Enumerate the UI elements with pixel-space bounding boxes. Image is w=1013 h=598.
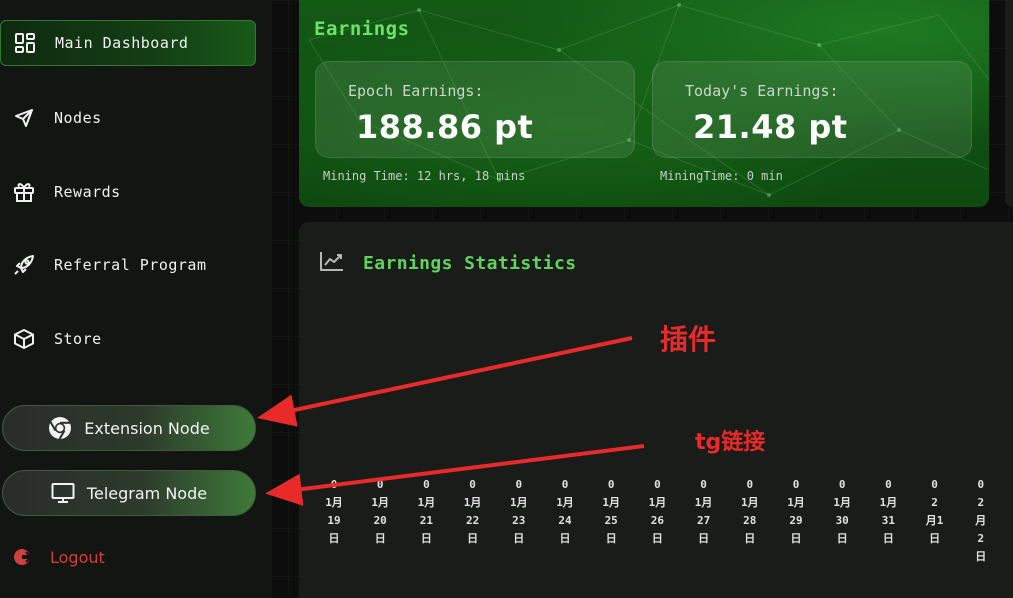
annotation-plugin: 插件 <box>660 323 717 356</box>
annotation-arrows <box>256 336 645 506</box>
annotation-tg-link: tg链接 <box>695 430 766 455</box>
